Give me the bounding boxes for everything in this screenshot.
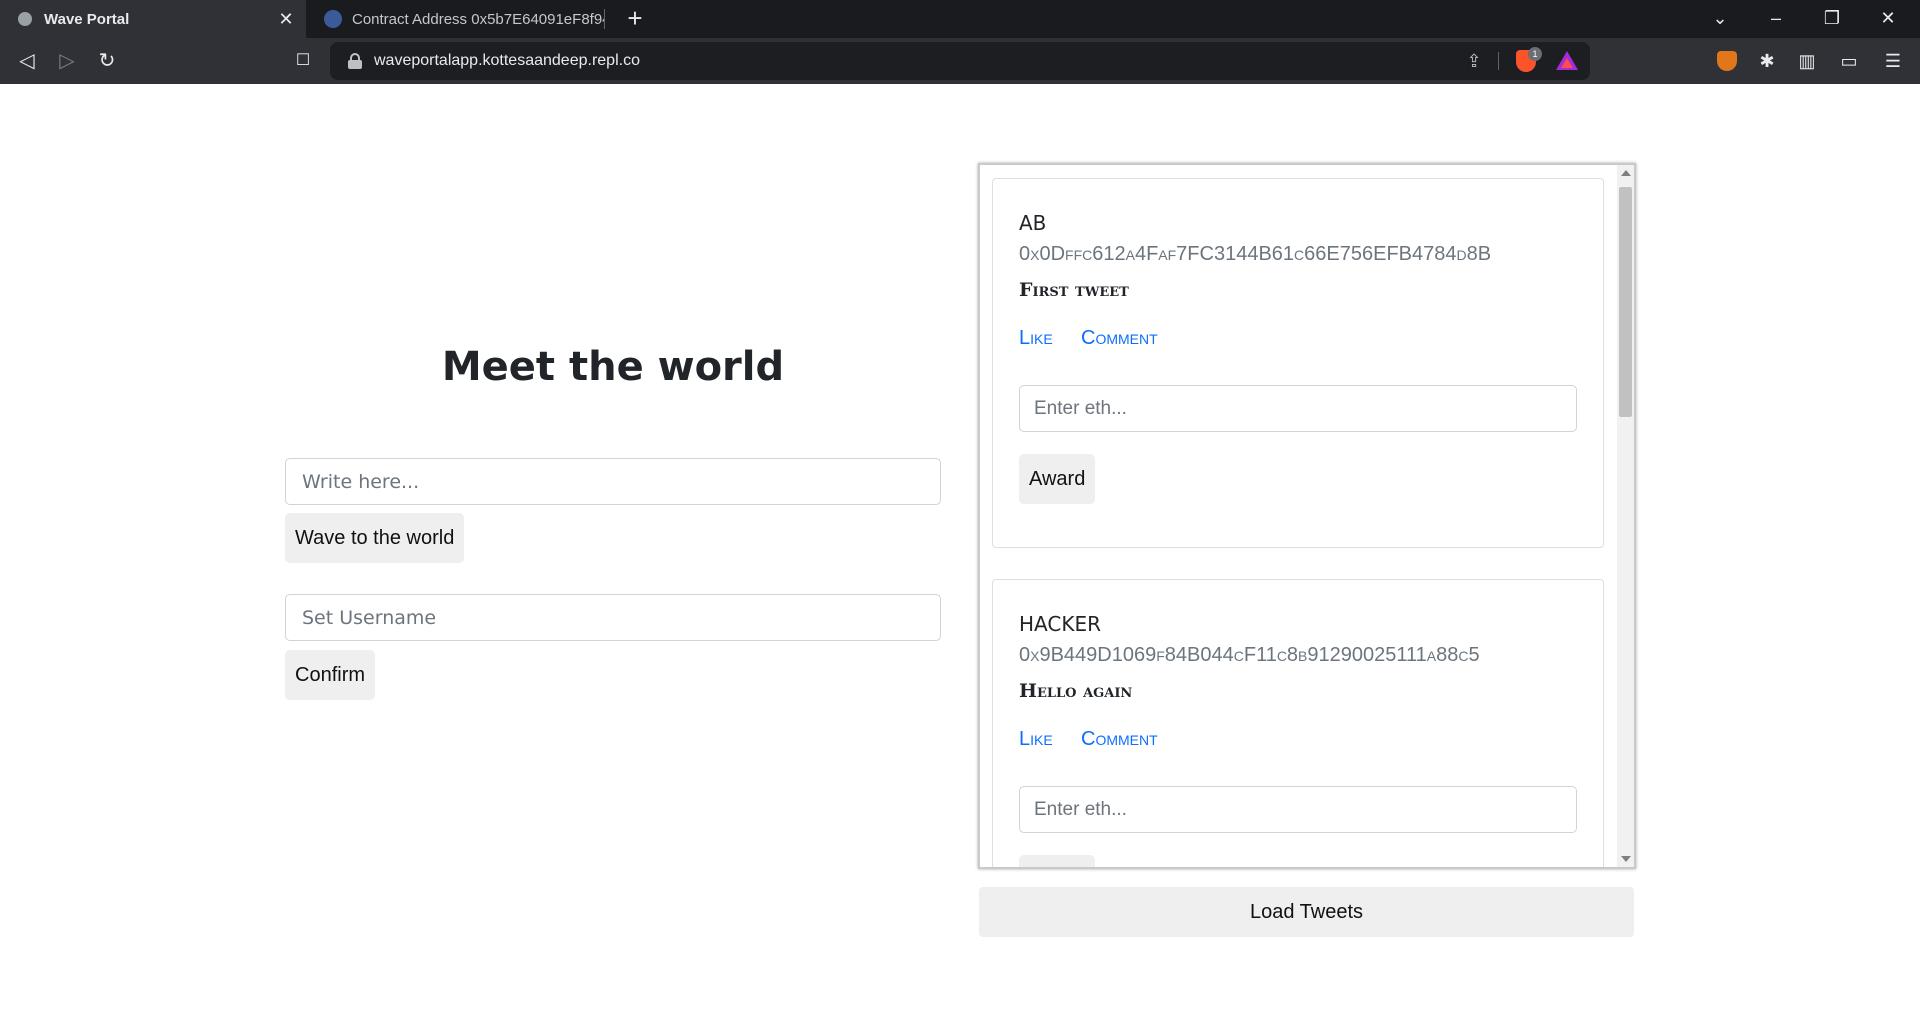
wallet-icon[interactable]: ▭ [1834,46,1864,76]
lock-icon[interactable] [348,53,362,69]
menu-icon[interactable]: ☰ [1878,46,1908,76]
tweet-message: Hello again [1019,680,1133,702]
tweet-username: HACKER [1019,612,1101,636]
comment-link[interactable]: Comment [1081,327,1158,350]
comment-link[interactable]: Comment [1081,728,1158,751]
feed-scrollbar[interactable] [1617,165,1634,867]
metamask-icon[interactable] [1717,51,1737,71]
tweet-feed[interactable]: AB 0x0Dffc612a4Faf7FC3144B61c66E756EFB47… [978,163,1636,869]
bookmark-icon[interactable]: ☐ [288,46,318,76]
extensions-icon[interactable]: ✱ [1752,46,1782,76]
reload-button[interactable]: ↻ [92,46,122,76]
browser-toolbar: ◁ ▷ ↻ ☐ waveportalapp.kottesaandeep.repl… [0,38,1920,84]
close-window-button[interactable]: ✕ [1860,0,1916,38]
award-button[interactable]: Award [1019,454,1096,504]
award-button[interactable]: Award [1019,855,1096,867]
confirm-button[interactable]: Confirm [285,650,376,700]
tweet-card: HACKER 0x9B449D1069f84B044cF11c8b9129002… [992,579,1604,867]
back-button[interactable]: ◁ [12,46,42,76]
scrollbar-thumb[interactable] [1619,187,1632,417]
scroll-up-arrow-icon[interactable] [1621,170,1631,176]
share-icon[interactable]: ⇪ [1462,49,1486,73]
tab-title: Contract Address 0x5b7E64091eF8f94 [352,10,604,28]
minimize-button[interactable]: – [1748,0,1804,38]
globe-icon [16,10,34,28]
tab-contract-address[interactable]: Contract Address 0x5b7E64091eF8f94 [308,0,604,38]
like-link[interactable]: Like [1019,327,1053,350]
new-tab-button[interactable]: + [620,4,650,34]
load-tweets-button[interactable]: Load Tweets [979,887,1634,937]
tweet-username: AB [1019,211,1047,235]
message-input[interactable] [285,458,941,505]
address-bar[interactable]: waveportalapp.kottesaandeep.repl.co ⇪ 1 [330,42,1590,80]
close-tab-icon[interactable]: ✕ [274,9,298,30]
tweet-card: AB 0x0Dffc612a4Faf7FC3144B61c66E756EFB47… [992,178,1604,548]
tweet-address: 0x0Dffc612a4Faf7FC3144B61c66E756EFB4784d… [1019,243,1492,265]
sidebar-icon[interactable]: ▥ [1792,46,1822,76]
shields-count-badge: 1 [1528,47,1542,61]
page-content: Meet the world Wave to the world Confirm… [0,84,1920,1020]
eth-amount-input[interactable] [1019,385,1577,432]
url-text[interactable]: waveportalapp.kottesaandeep.repl.co [374,52,640,70]
browser-tab-bar: Wave Portal ✕ Contract Address 0x5b7E640… [0,0,1920,38]
wave-button[interactable]: Wave to the world [285,513,465,563]
omnibox-divider [1498,52,1499,70]
etherscan-icon [324,10,342,28]
username-input[interactable] [285,594,941,641]
tab-title: Wave Portal [44,10,130,28]
eth-amount-input[interactable] [1019,786,1577,833]
scroll-down-arrow-icon[interactable] [1621,856,1631,862]
page-title: Meet the world [441,344,785,390]
tweet-address: 0x9B449D1069f84B044cF11c8b91290025111a88… [1019,644,1480,666]
brave-rewards-icon[interactable] [1556,51,1578,70]
tab-divider [604,9,605,29]
forward-button[interactable]: ▷ [52,46,82,76]
tab-search-icon[interactable]: ⌄ [1692,0,1748,38]
tab-wave-portal[interactable]: Wave Portal ✕ [0,0,306,38]
restore-button[interactable]: ❐ [1804,0,1860,38]
tweet-message: First tweet [1019,279,1129,301]
like-link[interactable]: Like [1019,728,1053,751]
